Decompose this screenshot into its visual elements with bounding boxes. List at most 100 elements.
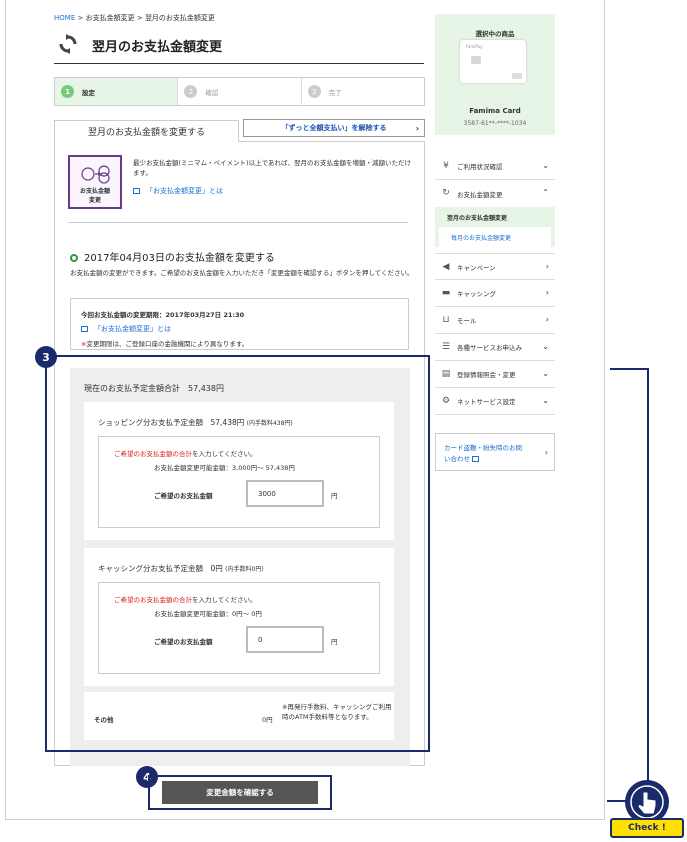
cashing-heading-text: キャッシング分お支払予定金額 0円 bbox=[98, 564, 223, 573]
cashing-section: キャッシング分お支払予定金額 0円 (内手数料0円) ご希望のお支払金額の合計を… bbox=[84, 548, 394, 686]
yen-unit: 円 bbox=[331, 638, 338, 646]
deadline-link-label: 「お支払金額変更」とは bbox=[94, 325, 171, 333]
page-title: 翌月のお支払金額変更 bbox=[92, 40, 223, 55]
shopping-section: ショッピング分お支払予定金額 57,438円 (内手数料438円) ご希望のお支… bbox=[84, 402, 394, 540]
instruction-rest: を入力してください。 bbox=[192, 596, 257, 604]
credit-card-image: FamiPay bbox=[460, 40, 526, 83]
cashing-amount-input[interactable]: 0 bbox=[246, 626, 324, 653]
breadcrumb-home[interactable]: HOME bbox=[54, 14, 75, 22]
breadcrumb-current: 翌月のお支払金額変更 bbox=[144, 14, 215, 22]
sidebar-item-mall[interactable]: ⊔ モール › bbox=[435, 307, 555, 334]
cancel-full-payment-button[interactable]: 「ずっと全額支払い」を解除する › bbox=[243, 119, 425, 137]
window-icon bbox=[133, 188, 140, 194]
card-logo-icon bbox=[512, 73, 522, 79]
cashing-instruction: ご希望のお支払金額の合計を入力してください。 bbox=[114, 594, 257, 604]
page-header: 翌月のお支払金額変更 bbox=[54, 30, 424, 64]
divider bbox=[68, 222, 408, 223]
deadline-link[interactable]: 「お支払金額変更」とは bbox=[81, 324, 171, 334]
icon-label: お支払金額 変更 bbox=[70, 187, 120, 205]
shopping-heading-text: ショッピング分お支払予定金額 57,438円 bbox=[98, 418, 245, 427]
refresh-icon bbox=[59, 34, 77, 54]
sidebar-item-label: キャッシング bbox=[457, 290, 496, 298]
cart-icon: ⊔ bbox=[442, 315, 450, 325]
instruction-highlight: ご希望のお支払金額の合計 bbox=[114, 596, 192, 604]
sidebar-item-label: ご利用状況確認 bbox=[457, 163, 503, 171]
sidebar-item-label: モール bbox=[457, 317, 477, 325]
card-brand: FamiPay bbox=[466, 44, 483, 49]
icon-label-line2: 変更 bbox=[88, 197, 101, 204]
step-number: 2 bbox=[184, 85, 198, 98]
check-label: Check ! bbox=[610, 818, 684, 838]
step-label: 完了 bbox=[328, 88, 342, 97]
yen-icon: ¥ bbox=[443, 161, 449, 171]
help-link-label: カード盗難・紛失時のお問い合わせ bbox=[444, 444, 522, 463]
tab-next-month[interactable]: 翌月のお支払金額を変更する bbox=[54, 120, 239, 142]
cashing-field-label: ご希望のお支払金額 bbox=[154, 638, 213, 646]
chevron-down-icon: ⌄ bbox=[542, 369, 549, 378]
card-number: 3587-61**-****-1034 bbox=[463, 120, 527, 127]
deadline-box: 今回お支払金額の変更期限：2017年03月27日 21:30 「お支払金額変更」… bbox=[70, 298, 409, 350]
chevron-down-icon: ⌄ bbox=[542, 161, 549, 170]
section-title-text: 2017年04月03日のお支払金額を変更する bbox=[84, 253, 275, 264]
other-note: ※再発行手数料、キャッシングご利用時のATM手数料等となります。 bbox=[282, 703, 392, 721]
sidebar-menu: ¥ ご利用状況確認 ⌄ ↻ お支払金額変更 ⌃ 翌月のお支払金額変更 毎月のお支… bbox=[435, 153, 555, 415]
cashing-heading: キャッシング分お支払予定金額 0円 (内手数料0円) bbox=[98, 563, 264, 574]
gear-icon: ⚙ bbox=[441, 396, 451, 406]
chevron-right-icon: › bbox=[545, 262, 549, 271]
info-link[interactable]: 「お支払金額変更」とは bbox=[133, 186, 413, 196]
chevron-right-icon: › bbox=[545, 315, 549, 324]
confirm-amount-button[interactable]: 変更金額を確認する bbox=[162, 781, 318, 804]
progress-steps: 1 設定 2 確認 3 完了 bbox=[54, 77, 425, 106]
sidebar-item-campaign[interactable]: ◀ キャンペーン › bbox=[435, 253, 555, 280]
chevron-right-icon: › bbox=[415, 124, 419, 133]
info-text: 最少お支払金額(ミニマム・ペイメント)以上であれば、翌月のお支払金額を増額・減額… bbox=[133, 159, 412, 177]
chevron-down-icon: ⌄ bbox=[542, 342, 549, 351]
shopping-amount-input[interactable]: 3000 bbox=[246, 480, 324, 507]
deadline-note-text: 変更期限は、ご登録口座の金融機関により異なります。 bbox=[86, 340, 249, 348]
yen-unit: 円 bbox=[331, 492, 338, 500]
total-amount: 現在のお支払予定金額合計 57,438円 bbox=[84, 384, 224, 393]
shopping-field-label: ご希望のお支払金額 bbox=[154, 492, 213, 500]
sidebar-item-label: ネットサービス設定 bbox=[457, 398, 516, 406]
instruction-highlight: ご希望のお支払金額の合計 bbox=[114, 450, 192, 458]
annotation-badge-3: 3 bbox=[35, 346, 57, 368]
selected-card-panel: 選択中の商品 FamiPay Famima Card 3587-61**-***… bbox=[435, 14, 555, 135]
breadcrumb-item[interactable]: お支払金額変更 bbox=[86, 14, 135, 22]
circle-icon bbox=[70, 254, 78, 262]
other-amount: 0円 bbox=[262, 716, 273, 724]
shopping-heading: ショッピング分お支払予定金額 57,438円 (内手数料438円) bbox=[98, 417, 293, 428]
sidebar-item-label: キャンペーン bbox=[457, 263, 496, 272]
submenu-monthly[interactable]: 毎月のお支払金額変更 bbox=[439, 227, 551, 247]
sidebar-item-registration[interactable]: ▤ 登録情報照会・変更 ⌄ bbox=[435, 361, 555, 388]
submenu-next-month[interactable]: 翌月のお支払金額変更 bbox=[435, 207, 555, 227]
other-fees: その他 0円 ※再発行手数料、キャッシングご利用時のATM手数料等となります。 bbox=[84, 692, 394, 740]
sidebar-item-label: 登録情報照会・変更 bbox=[457, 371, 516, 379]
sidebar-item-services[interactable]: ☰ 各種サービスお申込み ⌄ bbox=[435, 334, 555, 361]
cancel-button-label: 「ずっと全額支払い」を解除する bbox=[281, 124, 387, 132]
chevron-right-icon: › bbox=[545, 288, 549, 297]
window-icon bbox=[81, 326, 88, 332]
step-confirm: 2 確認 bbox=[178, 78, 302, 105]
step-label: 設定 bbox=[82, 88, 95, 97]
sidebar-item-label: お支払金額変更 bbox=[457, 190, 503, 199]
shopping-input-box: ご希望のお支払金額の合計を入力してください。 お支払金額変更可能金額：3,000… bbox=[98, 436, 380, 528]
sidebar-item-usage[interactable]: ¥ ご利用状況確認 ⌄ bbox=[435, 153, 555, 180]
sidebar-item-net-settings[interactable]: ⚙ ネットサービス設定 ⌄ bbox=[435, 388, 555, 415]
step-label: 確認 bbox=[205, 88, 219, 97]
cashing-fee: (内手数料0円) bbox=[225, 566, 264, 573]
instruction-rest: を入力してください。 bbox=[192, 450, 257, 458]
refresh-icon: ↻ bbox=[442, 188, 450, 198]
payment-change-icon: お支払金額 変更 bbox=[68, 155, 122, 209]
info-description: 最少お支払金額(ミニマム・ペイメント)以上であれば、翌月のお支払金額を増額・減額… bbox=[133, 158, 413, 196]
step-complete: 3 完了 bbox=[302, 78, 424, 105]
breadcrumb: HOME > お支払金額変更 > 翌月のお支払金額変更 bbox=[54, 13, 215, 23]
lost-card-help-link[interactable]: カード盗難・紛失時のお問い合わせ › bbox=[435, 433, 555, 471]
sidebar-item-payment-change[interactable]: ↻ お支払金額変更 ⌃ bbox=[435, 180, 555, 207]
shopping-instruction: ご希望のお支払金額の合計を入力してください。 bbox=[114, 448, 257, 458]
card-chip-icon bbox=[471, 56, 481, 64]
chevron-up-icon: ⌃ bbox=[542, 188, 549, 197]
sidebar-item-cashing[interactable]: ▬ キャッシング › bbox=[435, 280, 555, 307]
list-icon: ☰ bbox=[441, 342, 451, 352]
section-description: お支払金額の変更ができます。ご希望のお支払金額を入力いただき「変更金額を確認する… bbox=[70, 269, 414, 277]
exchange-icon bbox=[81, 165, 110, 184]
